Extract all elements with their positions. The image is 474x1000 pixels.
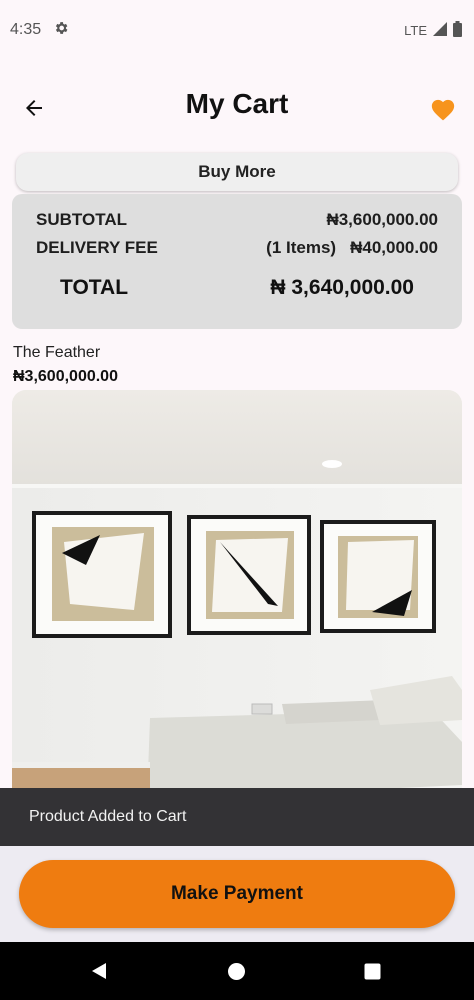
total-row: TOTAL ₦ 3,640,000.00 xyxy=(60,276,414,300)
buy-more-button[interactable]: Buy More xyxy=(16,153,458,191)
order-summary: SUBTOTAL ₦3,600,000.00 DELIVERY FEE (1 I… xyxy=(12,194,462,329)
subtotal-value: ₦3,600,000.00 xyxy=(326,210,438,229)
nav-recents-icon[interactable] xyxy=(364,963,381,985)
signal-icon xyxy=(433,21,447,39)
nav-home-icon[interactable] xyxy=(227,962,246,986)
favorite-button[interactable] xyxy=(428,94,458,124)
page-title: My Cart xyxy=(185,88,289,119)
subtotal-row: SUBTOTAL ₦3,600,000.00 xyxy=(36,210,438,230)
product-price: ₦3,600,000.00 xyxy=(13,368,118,385)
delivery-fee-row: DELIVERY FEE (1 Items) ₦40,000.00 xyxy=(36,238,438,258)
delivery-fee-label: DELIVERY FEE xyxy=(36,238,158,257)
delivery-item-count: (1 Items) xyxy=(266,238,337,257)
delivery-fee-value: ₦40,000.00 xyxy=(350,238,438,257)
product-image[interactable] xyxy=(12,390,462,800)
system-nav-bar xyxy=(0,942,474,1000)
subtotal-label: SUBTOTAL xyxy=(36,210,127,229)
snackbar: Product Added to Cart xyxy=(0,788,474,846)
status-time: 4:35 xyxy=(10,21,42,38)
make-payment-button[interactable]: Make Payment xyxy=(19,860,455,928)
app-header: My Cart xyxy=(0,78,474,138)
product-name: The Feather xyxy=(13,344,101,361)
status-bar: 4:35 LTE xyxy=(0,0,474,60)
heart-icon xyxy=(431,99,455,121)
network-type: LTE xyxy=(404,22,427,38)
battery-icon xyxy=(453,20,462,40)
settings-icon xyxy=(53,20,69,41)
total-label: TOTAL xyxy=(60,276,129,299)
total-value: ₦ 3,640,000.00 xyxy=(270,276,414,299)
nav-back-icon[interactable] xyxy=(90,962,108,985)
